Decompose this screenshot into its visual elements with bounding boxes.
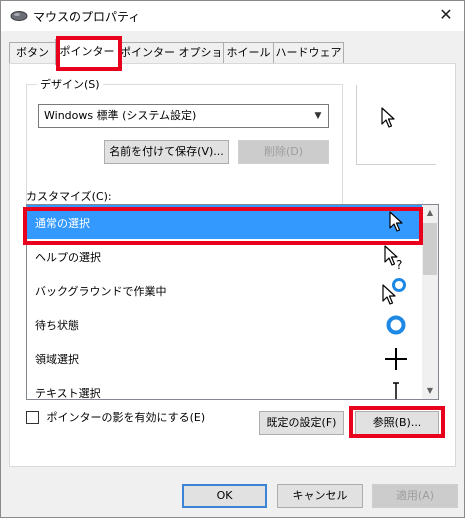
- use-default-button[interactable]: 既定の設定(F): [259, 411, 344, 435]
- working-in-background-cursor-icon: [382, 278, 406, 305]
- scheme-dropdown[interactable]: Windows 標準 (システム設定) ▼: [38, 104, 329, 128]
- tab-pointer-options[interactable]: ポインター オプション: [119, 42, 234, 64]
- busy-cursor-icon: [386, 315, 406, 335]
- pointer-shadow-checkbox[interactable]: ポインターの影を有効にする(E): [26, 409, 205, 425]
- list-item[interactable]: 待ち状態: [27, 307, 423, 341]
- tab-hardware[interactable]: ハードウェア: [273, 42, 344, 64]
- tab-buttons[interactable]: ボタン: [9, 42, 56, 64]
- browse-button[interactable]: 参照(B)...: [355, 411, 439, 435]
- list-item[interactable]: 領域選択: [27, 341, 423, 375]
- arrow-cursor-icon: [381, 107, 395, 128]
- mouse-icon: [10, 11, 28, 21]
- list-item[interactable]: 通常の選択: [27, 205, 423, 239]
- precision-select-cursor-icon: [385, 348, 407, 370]
- window-title: マウスのプロパティ: [33, 10, 141, 24]
- scrollbar-thumb[interactable]: [423, 223, 437, 275]
- title-bar: マウスのプロパティ ✕: [1, 1, 464, 31]
- list-scrollbar[interactable]: ▲ ▼: [422, 205, 438, 399]
- close-button[interactable]: ✕: [434, 4, 458, 28]
- chevron-down-icon: ▼: [314, 111, 322, 121]
- design-label: デザイン(S): [37, 76, 103, 92]
- tab-pointers[interactable]: ポインター: [55, 39, 119, 65]
- help-cursor-icon: ?: [384, 245, 402, 271]
- list-item[interactable]: バックグラウンドで作業中: [27, 273, 423, 307]
- list-item[interactable]: テキスト選択: [27, 375, 423, 399]
- close-icon: ✕: [439, 5, 453, 24]
- list-item[interactable]: ヘルプの選択 ?: [27, 239, 423, 273]
- pointer-shadow-label: ポインターの影を有効にする(E): [46, 411, 206, 424]
- delete-button[interactable]: 削除(D): [238, 140, 329, 164]
- checkbox[interactable]: [26, 410, 39, 424]
- arrow-cursor-icon: [389, 211, 403, 232]
- cursor-list[interactable]: 通常の選択 ヘルプの選択 ? バックグラウンドで作業中 待ち状態 領域選択 テキ…: [26, 204, 439, 400]
- ok-button[interactable]: OK: [182, 484, 267, 508]
- mouse-properties-window: マウスのプロパティ ✕ ボタン ポインター ポインター オプション ホイール ハ…: [0, 0, 465, 518]
- scroll-up-arrow-icon[interactable]: ▲: [422, 205, 438, 221]
- cancel-button[interactable]: キャンセル: [277, 484, 363, 508]
- apply-button[interactable]: 適用(A): [372, 484, 458, 508]
- scroll-down-arrow-icon[interactable]: ▼: [422, 383, 438, 399]
- svg-text:?: ?: [396, 258, 402, 271]
- pointers-tab-panel: デザイン(S) Windows 標準 (システム設定) ▼ 名前を付けて保存(V…: [9, 63, 456, 467]
- scheme-value: Windows 標準 (システム設定): [44, 109, 197, 122]
- customize-label: カスタマイズ(C):: [26, 190, 112, 203]
- tab-wheel[interactable]: ホイール: [223, 42, 274, 64]
- save-as-button[interactable]: 名前を付けて保存(V)...: [104, 140, 229, 164]
- cursor-preview: [356, 85, 436, 165]
- text-select-cursor-icon: [393, 382, 399, 399]
